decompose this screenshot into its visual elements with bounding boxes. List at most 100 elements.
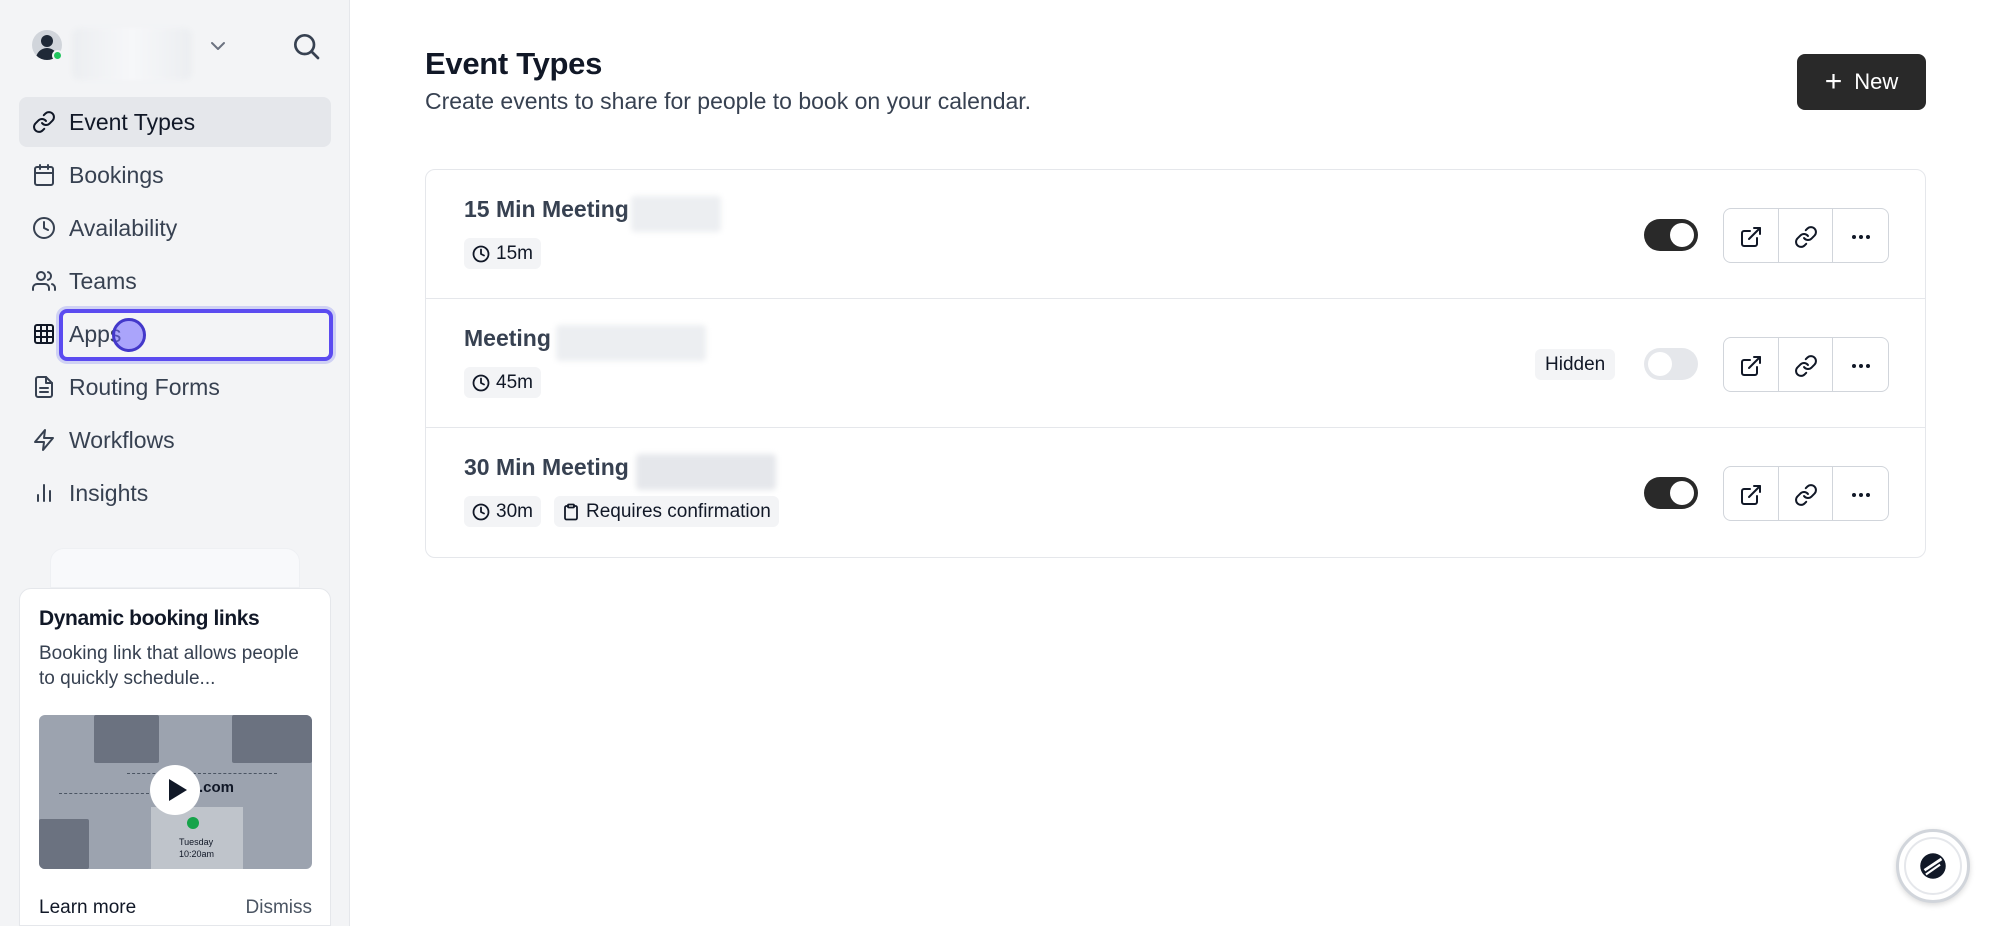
event-enabled-toggle[interactable] [1644,477,1698,509]
more-options-button[interactable] [1833,467,1888,520]
duration-label: 15m [496,242,533,264]
bar-chart-icon [31,480,57,506]
online-dot [187,817,199,829]
event-enabled-toggle[interactable] [1644,219,1698,251]
sidebar-item-workflows[interactable]: Workflows [19,415,331,465]
chevron-down-icon[interactable] [206,34,230,58]
more-horizontal-icon [1851,492,1870,497]
sidebar: Event Types Bookings Availability Teams [0,0,350,926]
dismiss-button[interactable]: Dismiss [246,897,313,919]
preview-button[interactable] [1724,338,1779,391]
duration-label: 30m [496,500,533,522]
sidebar-item-insights[interactable]: Insights [19,468,331,518]
hidden-badge: Hidden [1535,349,1616,380]
promo-actions: Learn more Dismiss [39,897,312,919]
new-button-label: New [1854,69,1899,94]
clock-icon [472,245,490,262]
more-options-button[interactable] [1833,209,1888,262]
grid-icon [31,321,57,347]
more-horizontal-icon [1851,234,1870,239]
requires-confirmation-badge: Requires confirmation [553,496,779,527]
sidebar-item-event-types[interactable]: Event Types [19,97,331,147]
sidebar-item-apps[interactable]: Apps [19,309,333,361]
copy-link-button[interactable] [1779,209,1834,262]
event-badges: 30m Requires confirmation [464,496,792,527]
copy-link-button[interactable] [1779,467,1834,520]
zap-icon [31,427,57,453]
event-actions [1723,208,1889,263]
copy-link-button[interactable] [1779,338,1834,391]
user-menu[interactable] [30,26,322,80]
sidebar-item-label: Insights [69,479,149,506]
main-content: Event Types Create events to share for p… [350,0,2000,926]
promo-title: Dynamic booking links [39,607,260,630]
event-slug-redacted [636,454,776,490]
sidebar-nav: Event Types Bookings Availability Teams [19,97,333,521]
more-horizontal-icon [1851,363,1870,368]
clock-icon [472,374,490,391]
sidebar-item-bookings[interactable]: Bookings [19,150,331,200]
support-logo-icon [1904,837,1962,895]
sidebar-item-routing-forms[interactable]: Routing Forms [19,362,331,412]
promo-video-day: Tuesday [179,837,214,847]
users-icon [31,268,57,294]
promo-card: Dynamic booking links Booking link that … [19,588,331,926]
duration-label: 45m [496,371,533,393]
event-enabled-toggle[interactable] [1644,348,1698,380]
event-badges: 45m [464,367,554,398]
event-slug-redacted [556,325,706,361]
new-event-type-button[interactable]: + New [1797,54,1926,110]
search-icon[interactable] [290,30,322,62]
clipboard-icon [564,503,578,520]
event-title[interactable]: Meeting [464,325,551,352]
sidebar-item-label: Teams [69,267,137,294]
event-type-row[interactable]: 30 Min Meeting 30m Requires confirmation [426,428,1925,557]
sidebar-item-label: Apps [69,320,122,347]
preview-button[interactable] [1724,209,1779,262]
learn-more-link[interactable]: Learn more [39,897,136,919]
username-redacted [72,28,192,80]
promo-video-text: .com [199,779,235,796]
event-actions [1723,466,1889,521]
event-type-row[interactable]: 15 Min Meeting 15m [426,170,1925,299]
link-icon [1794,354,1817,377]
clock-icon [472,503,490,520]
clock-icon [31,215,57,241]
play-icon[interactable] [150,765,200,815]
calendar-icon [31,162,57,188]
external-link-icon [1740,355,1761,376]
duration-badge: 30m [464,496,541,527]
duration-badge: 45m [464,367,541,398]
external-link-icon [1740,484,1761,505]
more-options-button[interactable] [1833,338,1888,391]
sidebar-item-availability[interactable]: Availability [19,203,331,253]
event-types-list: 15 Min Meeting 15m Meeting 45m Hidden 30… [425,169,1926,558]
event-type-row[interactable]: Meeting 45m Hidden [426,299,1925,428]
support-chat-button[interactable] [1896,829,1970,903]
preview-button[interactable] [1724,467,1779,520]
page-subtitle: Create events to share for people to boo… [425,88,1032,114]
sidebar-item-label: Workflows [69,426,175,453]
promo-video-thumbnail[interactable]: .com Tuesday 10:20am [39,715,312,869]
event-badges: 15m [464,238,554,269]
promo-video-time: 10:20am [179,849,215,859]
promo-description: Booking link that allows people to quick… [39,643,299,689]
link-icon [31,109,57,135]
event-actions [1723,337,1889,392]
event-title[interactable]: 15 Min Meeting [464,196,629,223]
sidebar-item-label: Bookings [69,161,164,188]
sidebar-item-label: Event Types [69,108,196,135]
duration-badge: 15m [464,238,541,269]
stacked-card-background [50,548,300,588]
event-title[interactable]: 30 Min Meeting [464,454,629,481]
sidebar-item-teams[interactable]: Teams [19,256,331,306]
page-title: Event Types [425,46,603,81]
app-root: Event Types Bookings Availability Teams [0,0,2000,926]
event-slug-redacted [631,196,721,232]
requires-confirmation-label: Requires confirmation [585,500,771,522]
sidebar-item-label: Availability [69,214,178,241]
plus-icon: + [1824,65,1843,98]
sidebar-item-label: Routing Forms [69,373,220,400]
online-status-indicator [52,50,63,61]
file-text-icon [31,374,57,400]
